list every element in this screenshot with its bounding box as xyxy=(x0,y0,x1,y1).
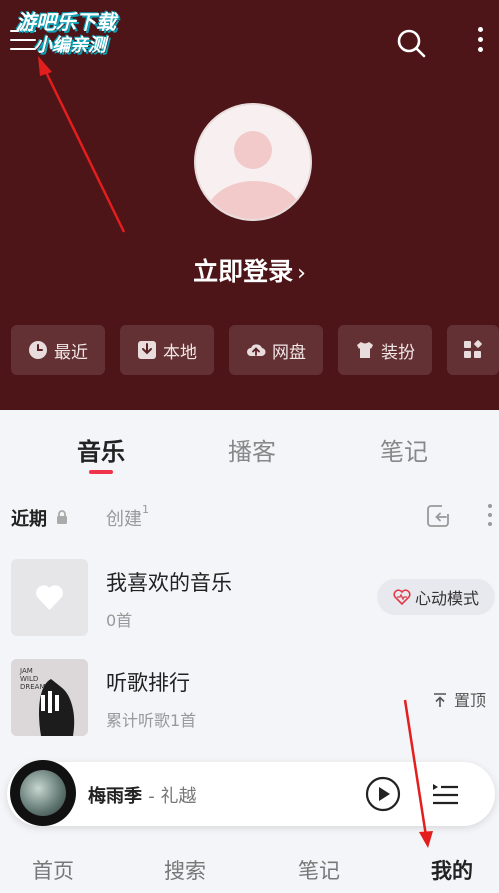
playlist-row-liked[interactable]: 我喜欢的音乐 0首 心动模式 xyxy=(0,559,499,639)
avatar[interactable] xyxy=(194,103,312,221)
created-label: 创建 xyxy=(106,509,142,530)
nav-notes[interactable]: 笔记 xyxy=(298,855,340,885)
liked-cover xyxy=(11,559,88,636)
svg-text:JAM: JAM xyxy=(19,667,33,675)
song-title: 梅雨季 xyxy=(88,786,142,807)
cloud-upload-icon xyxy=(247,344,266,357)
cloud-disk-button[interactable]: 网盘 xyxy=(229,325,323,375)
tab-music[interactable]: 音乐 xyxy=(77,432,125,467)
playlist-play-stats: 累计听歌1首 xyxy=(106,711,197,730)
watermark-line-2: 小编亲测 xyxy=(34,35,106,56)
content-tabs: 音乐 播客 笔记 xyxy=(0,410,499,480)
nav-search[interactable]: 搜索 xyxy=(164,855,206,885)
playlist-queue-icon[interactable] xyxy=(431,780,459,808)
album-disc[interactable] xyxy=(10,760,76,826)
recent-button[interactable]: 最近 xyxy=(11,325,105,375)
song-artist: - 礼越 xyxy=(148,786,197,807)
heartbeat-mode-button[interactable]: 心动模式 xyxy=(377,579,495,615)
import-icon[interactable] xyxy=(425,503,451,529)
lock-icon xyxy=(57,510,67,524)
dress-up-button[interactable]: 装扮 xyxy=(338,325,432,375)
svg-text:WILD: WILD xyxy=(20,675,38,683)
bottom-nav: 首页 搜索 笔记 我的 xyxy=(0,848,499,893)
filter-recent[interactable]: 近期 xyxy=(11,505,47,531)
apps-grid-icon xyxy=(464,340,482,358)
pin-top-icon xyxy=(434,693,446,707)
playlist-filter-bar: 近期 创建1 xyxy=(0,500,499,536)
nav-mine[interactable]: 我的 xyxy=(431,855,473,885)
tab-notes[interactable]: 笔记 xyxy=(380,432,428,467)
clock-icon xyxy=(29,341,47,359)
shirt-icon xyxy=(357,342,373,358)
pin-label: 置顶 xyxy=(454,691,487,710)
chevron-right-icon: › xyxy=(297,261,306,286)
local-label: 本地 xyxy=(163,342,197,363)
playlist-title: 我喜欢的音乐 xyxy=(106,571,232,595)
watermark-line-1: 游吧乐下载 xyxy=(16,10,116,34)
list-more-icon[interactable] xyxy=(486,504,494,530)
recent-label: 最近 xyxy=(54,342,88,363)
download-box-icon xyxy=(138,341,156,359)
mini-player[interactable]: 梅雨季 - 礼越 xyxy=(7,760,495,826)
playlist-title: 听歌排行 xyxy=(106,671,190,695)
play-icon[interactable] xyxy=(365,776,401,812)
album-cover: JAM WILD DREAMS xyxy=(11,659,88,736)
playlist-row-ranking[interactable]: JAM WILD DREAMS 听歌排行 累计听歌1首 置顶 xyxy=(0,659,499,739)
heartbeat-mode-label: 心动模式 xyxy=(414,589,479,608)
active-tab-indicator xyxy=(89,470,113,474)
filter-created[interactable]: 创建1 xyxy=(106,503,149,531)
now-playing: 梅雨季 - 礼越 xyxy=(88,782,197,808)
heart-icon xyxy=(36,585,63,610)
nav-home[interactable]: 首页 xyxy=(32,855,74,885)
local-button[interactable]: 本地 xyxy=(120,325,214,375)
tab-podcast[interactable]: 播客 xyxy=(228,432,276,467)
search-icon[interactable] xyxy=(396,28,426,58)
pin-to-top-button[interactable]: 置顶 xyxy=(432,687,486,711)
playlist-count: 0首 xyxy=(106,611,133,630)
login-link[interactable]: 立即登录 › xyxy=(0,252,499,288)
cloud-disk-label: 网盘 xyxy=(272,342,306,363)
more-apps-button[interactable] xyxy=(447,325,499,375)
heartbeat-icon xyxy=(393,589,411,605)
watermark: 游吧乐下载 小编亲测 xyxy=(16,10,116,58)
created-count: 1 xyxy=(142,503,149,516)
login-label: 立即登录 xyxy=(193,257,294,286)
more-options-icon[interactable] xyxy=(472,27,488,59)
profile-header: 游吧乐下载 小编亲测 立即登录 › 最近 本地 网盘 装扮 xyxy=(0,0,499,410)
dress-up-label: 装扮 xyxy=(381,342,415,363)
quick-actions: 最近 本地 网盘 装扮 xyxy=(11,325,499,375)
